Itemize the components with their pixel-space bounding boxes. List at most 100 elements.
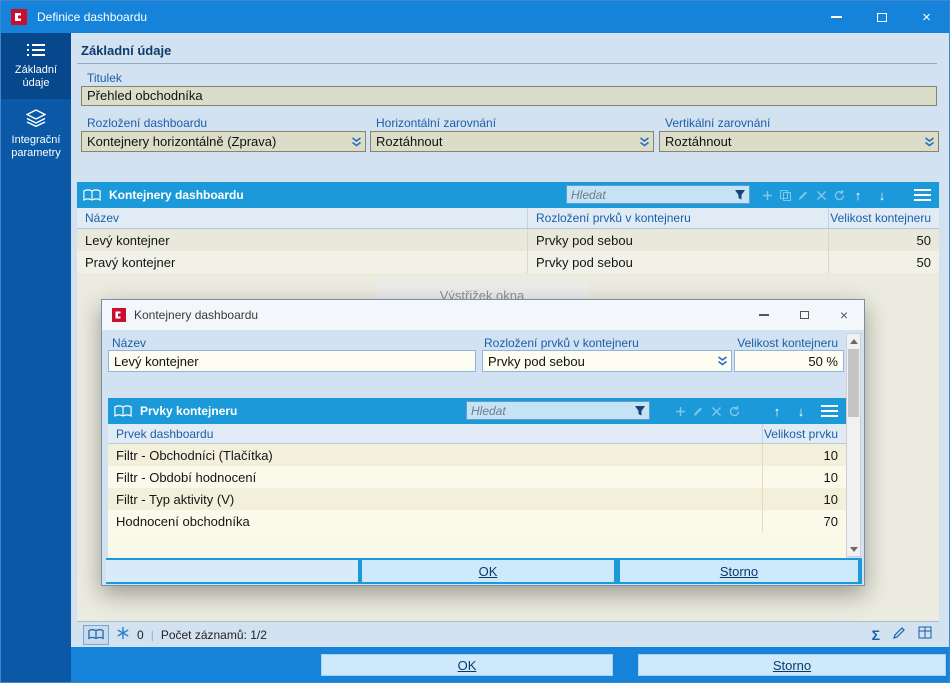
table-row[interactable]: Levý kontejner Prvky pod sebou 50 xyxy=(77,229,939,251)
search-input[interactable] xyxy=(567,187,734,202)
sum-icon[interactable]: Σ xyxy=(872,627,880,643)
modal-titlebar: Kontejnery dashboardu × xyxy=(102,300,864,330)
table-row[interactable]: Filtr - Obchodníci (Tlačítka) 10 xyxy=(108,444,846,466)
horizontal-align-select[interactable]: Roztáhnout xyxy=(370,131,654,152)
cell-velikost: 50 xyxy=(828,229,939,251)
titulek-label: Titulek xyxy=(87,71,122,85)
cell-prvek: Filtr - Období hodnocení xyxy=(116,469,257,485)
layout-label: Rozložení prvků v kontejneru xyxy=(484,336,639,350)
window-controls: × xyxy=(814,1,949,33)
move-up-icon[interactable]: ↑ xyxy=(768,398,786,424)
cell-rozlozeni: Prvky pod sebou xyxy=(527,251,828,273)
minimize-button[interactable] xyxy=(744,300,784,330)
vertical-align-value: Roztáhnout xyxy=(665,134,732,149)
sidebar-item-zakladni-udaje[interactable]: Základní údaje xyxy=(1,33,71,99)
new-record-icon xyxy=(763,190,772,200)
sidebar: Základní údaje Integrační parametry xyxy=(1,33,71,682)
maximize-button[interactable] xyxy=(784,300,824,330)
cell-nazev: Levý kontejner xyxy=(85,232,170,248)
elements-grid-column-headers: Prvek dashboardu Velikost prvku xyxy=(108,424,846,444)
chevron-down-icon[interactable] xyxy=(920,132,938,151)
grid-menu-icon[interactable] xyxy=(821,405,838,418)
layout-select-value: Kontejnery horizontálně (Zprava) xyxy=(87,134,277,149)
vertical-align-select[interactable]: Roztáhnout xyxy=(659,131,939,152)
filter-icon[interactable] xyxy=(734,189,746,201)
scrollbar-thumb[interactable] xyxy=(848,349,859,417)
size-label: Velikost kontejneru xyxy=(737,336,838,350)
cell-prvek: Filtr - Typ aktivity (V) xyxy=(116,491,235,507)
book-view-button[interactable] xyxy=(83,624,109,645)
list-icon xyxy=(26,44,46,60)
separator: | xyxy=(150,627,154,642)
column-header-prvek[interactable]: Prvek dashboardu xyxy=(108,424,762,443)
layout-select[interactable]: Kontejnery horizontálně (Zprava) xyxy=(81,131,366,152)
move-up-icon[interactable]: ↑ xyxy=(849,182,867,208)
size-input[interactable]: 50 % xyxy=(734,350,844,372)
storno-button[interactable]: Storno xyxy=(620,560,858,582)
edit-record-icon xyxy=(694,407,702,416)
vertical-scrollbar[interactable] xyxy=(846,333,861,557)
close-button[interactable]: × xyxy=(824,300,864,330)
new-record-icon xyxy=(676,406,685,416)
cell-velikost: 10 xyxy=(762,466,846,488)
chevron-down-icon[interactable] xyxy=(635,132,653,151)
column-header-velikost[interactable]: Velikost prvku xyxy=(762,424,846,443)
sidebar-item-integracni-parametry[interactable]: Integrační parametry xyxy=(1,99,71,169)
containers-search xyxy=(566,185,750,204)
cell-velikost: 10 xyxy=(762,444,846,466)
footer-bar: OK Storno xyxy=(71,647,949,682)
ok-button[interactable]: OK xyxy=(362,560,614,582)
ok-button[interactable]: OK xyxy=(321,654,613,676)
refresh-icon xyxy=(834,189,845,200)
edit-record-icon xyxy=(799,191,807,200)
app-logo-icon xyxy=(112,308,126,322)
table-row[interactable]: Filtr - Období hodnocení 10 xyxy=(108,466,846,488)
disabled-toolbar-icons xyxy=(761,182,846,208)
maximize-icon xyxy=(799,311,809,319)
table-row[interactable]: Pravý kontejner Prvky pod sebou 50 xyxy=(77,251,939,273)
column-header-nazev[interactable]: Název xyxy=(77,208,527,228)
layout-label: Rozložení dashboardu xyxy=(87,116,208,130)
section-title: Základní údaje xyxy=(81,43,172,58)
grid-title: Kontejnery dashboardu xyxy=(109,188,244,202)
snowflake-icon xyxy=(116,626,130,643)
grid-empty-area xyxy=(108,532,846,558)
filter-icon[interactable] xyxy=(634,405,646,417)
maximize-button[interactable] xyxy=(859,1,904,33)
grid-menu-icon[interactable] xyxy=(914,189,931,202)
chevron-down-icon[interactable] xyxy=(713,351,731,371)
record-count-label: Počet záznamů: 1/2 xyxy=(160,627,267,642)
titulek-input[interactable]: Přehled obchodníka xyxy=(81,86,937,106)
storno-button[interactable]: Storno xyxy=(638,654,946,676)
minimize-button[interactable] xyxy=(814,1,859,33)
elements-grid-header: Prvky kontejneru ↑ ↓ xyxy=(108,398,846,424)
layers-icon xyxy=(25,109,47,130)
column-header-velikost[interactable]: Velikost kontejneru xyxy=(828,208,939,228)
delete-record-icon xyxy=(816,190,827,200)
search-input[interactable] xyxy=(467,403,634,418)
modal-title: Kontejnery dashboardu xyxy=(134,308,259,322)
cell-prvek: Hodnocení obchodníka xyxy=(116,513,250,529)
move-down-icon[interactable]: ↓ xyxy=(873,182,891,208)
cell-velikost: 50 xyxy=(828,251,939,273)
book-icon xyxy=(83,188,101,202)
status-bar-tools: Σ xyxy=(872,626,933,643)
column-header-rozlozeni[interactable]: Rozložení prvků v kontejneru xyxy=(527,208,828,228)
minimize-icon xyxy=(759,314,769,316)
modal-button-bar: OK Storno xyxy=(106,558,862,584)
pencil-icon[interactable] xyxy=(892,626,906,643)
cell-rozlozeni: Prvky pod sebou xyxy=(527,229,828,251)
app-logo-icon xyxy=(11,9,27,25)
layout-select[interactable]: Prvky pod sebou xyxy=(482,350,732,372)
containers-grid-column-headers: Název Rozložení prvků v kontejneru Velik… xyxy=(77,208,939,229)
grid-edit-icon[interactable] xyxy=(918,626,933,643)
nazev-input[interactable]: Levý kontejner xyxy=(108,350,476,372)
scroll-up-icon[interactable] xyxy=(847,334,860,348)
table-row[interactable]: Filtr - Typ aktivity (V) 10 xyxy=(108,488,846,510)
nazev-label: Název xyxy=(112,336,147,350)
close-button[interactable]: × xyxy=(904,1,949,33)
scroll-down-icon[interactable] xyxy=(847,542,860,556)
chevron-down-icon[interactable] xyxy=(347,132,365,151)
table-row[interactable]: Hodnocení obchodníka 70 xyxy=(108,510,846,532)
move-down-icon[interactable]: ↓ xyxy=(792,398,810,424)
